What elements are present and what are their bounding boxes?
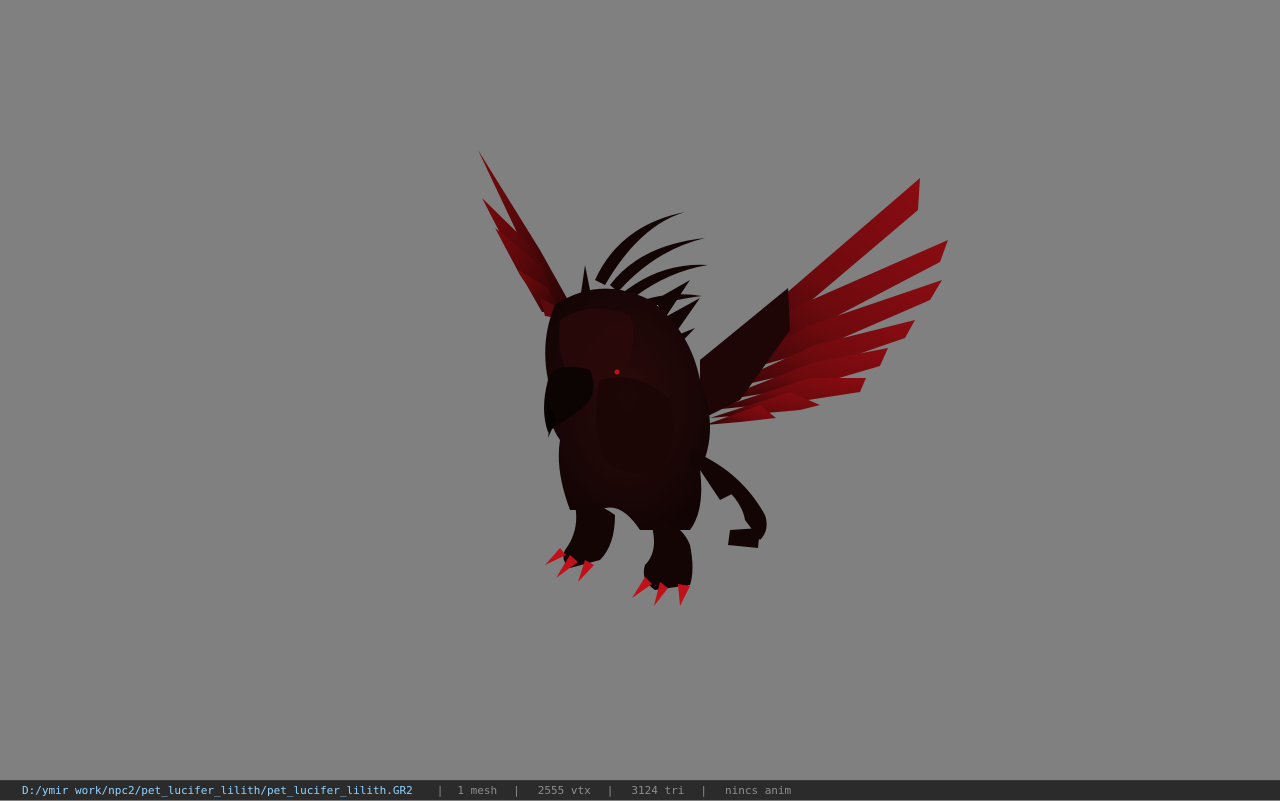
right-wing (700, 178, 948, 425)
tail (690, 450, 767, 548)
file-path-label: D:/ymir work/npc2/pet_lucifer_lilith/pet… (22, 783, 413, 797)
front-right-leg (632, 520, 693, 606)
separator: | (436, 783, 444, 797)
separator: | (700, 783, 707, 797)
triangle-count-label: 3124 tri (631, 783, 685, 797)
left-wing (478, 150, 568, 318)
animation-status-label: nincs anim (724, 783, 792, 797)
vertex-count-label: 2555 vtx (537, 783, 591, 797)
mesh-count-label: 1 mesh (457, 783, 498, 797)
3d-viewport[interactable] (0, 0, 1280, 780)
status-bar: D:/ymir work/npc2/pet_lucifer_lilith/pet… (0, 780, 1280, 800)
separator: | (513, 783, 520, 797)
front-left-leg (545, 503, 615, 582)
separator: | (606, 783, 614, 797)
griffin-model (478, 150, 948, 606)
